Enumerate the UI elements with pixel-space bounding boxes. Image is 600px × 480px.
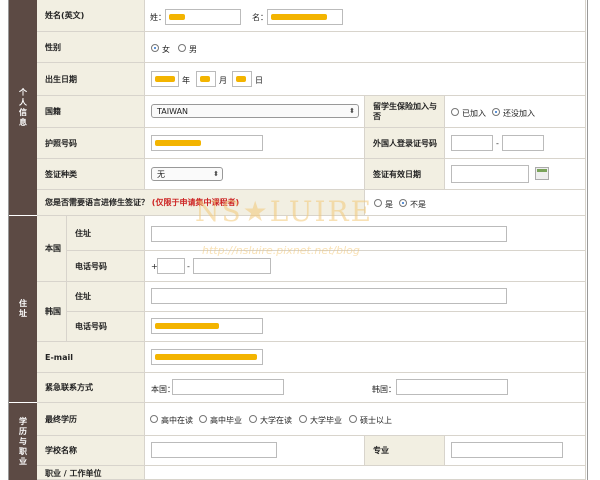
insurance-joined-radio[interactable] bbox=[451, 108, 459, 116]
edu-option-radio-4[interactable] bbox=[349, 415, 357, 423]
birth-day-unit: 日 bbox=[255, 76, 263, 85]
edu-option-label-2: 大学在读 bbox=[260, 416, 292, 425]
edu-option-label-4: 硕士以上 bbox=[360, 416, 392, 425]
insurance-label: 留学生保险加入与否 bbox=[365, 96, 445, 128]
watermark-url: http://nsluire.pixnet.net/blog bbox=[202, 244, 360, 257]
korea-label: 韩国 bbox=[37, 282, 67, 342]
section-education: 学历与职业 bbox=[9, 403, 37, 480]
korea-phone-input[interactable] bbox=[151, 318, 263, 334]
given-name-label: 名： bbox=[252, 13, 268, 22]
name-en-label: 姓名(英文) bbox=[37, 0, 145, 32]
alien-reg-input-1[interactable] bbox=[451, 135, 493, 151]
korea-address-input[interactable] bbox=[151, 288, 507, 304]
visa-change-no-label: 不是 bbox=[410, 200, 426, 209]
school-input[interactable] bbox=[151, 442, 277, 458]
given-name-input[interactable] bbox=[267, 9, 343, 25]
emergency-korea-label: 韩国： bbox=[372, 385, 396, 394]
home-phone-label: 电话号码 bbox=[67, 251, 145, 282]
alien-reg-sep: - bbox=[496, 139, 499, 148]
passport-label: 护照号码 bbox=[37, 128, 145, 159]
edu-option-radio-1[interactable] bbox=[199, 415, 207, 423]
edu-option-label-1: 高中毕业 bbox=[210, 416, 242, 425]
insurance-joined-label: 已加入 bbox=[462, 109, 486, 118]
gender-male-radio[interactable] bbox=[178, 44, 186, 52]
visa-expiry-label: 签证有效日期 bbox=[365, 159, 445, 190]
birth-month-unit: 月 bbox=[219, 76, 227, 85]
visa-change-no-radio[interactable] bbox=[399, 199, 407, 207]
home-phone-dash: - bbox=[187, 262, 190, 271]
surname-label: 姓： bbox=[150, 13, 166, 22]
edu-option-label-3: 大学毕业 bbox=[310, 416, 342, 425]
home-phone-code-input[interactable] bbox=[157, 258, 185, 274]
korea-phone-label: 电话号码 bbox=[67, 312, 145, 342]
job-label: 职业 / 工作单位 bbox=[37, 466, 145, 480]
gender-female-label: 女 bbox=[162, 45, 170, 54]
alien-reg-label: 外国人登录证号码 bbox=[365, 128, 445, 159]
education-label: 最终学历 bbox=[37, 403, 145, 436]
home-phone-input[interactable] bbox=[193, 258, 271, 274]
alien-reg-input-2[interactable] bbox=[502, 135, 544, 151]
section-address: 住址 bbox=[9, 216, 37, 402]
surname-input[interactable] bbox=[165, 9, 241, 25]
watermark-logo: NS★LUIRE bbox=[195, 195, 374, 228]
home-address-input[interactable] bbox=[151, 226, 507, 242]
insurance-not-joined-label: 还没加入 bbox=[503, 109, 535, 118]
birth-month-input[interactable] bbox=[196, 71, 216, 87]
gender-row bbox=[145, 32, 586, 63]
passport-input[interactable] bbox=[151, 135, 263, 151]
major-input[interactable] bbox=[451, 442, 563, 458]
gender-label: 性别 bbox=[37, 32, 145, 63]
home-address-label: 住址 bbox=[67, 216, 145, 251]
section-personal: 个人信息 bbox=[9, 0, 37, 215]
birth-day-input[interactable] bbox=[232, 71, 252, 87]
birth-year-unit: 年 bbox=[182, 76, 190, 85]
gender-female-radio[interactable] bbox=[151, 44, 159, 52]
emergency-label: 紧急联系方式 bbox=[37, 373, 145, 403]
visa-type-label: 签证种类 bbox=[37, 159, 145, 190]
job-cell bbox=[145, 466, 586, 480]
nationality-select[interactable]: TAIWAN ⬍ bbox=[151, 104, 359, 118]
chevron-down-icon: ⬍ bbox=[213, 170, 219, 178]
home-country-label: 本国 bbox=[37, 216, 67, 282]
edu-option-radio-0[interactable] bbox=[150, 415, 158, 423]
visa-type-select[interactable]: 无 ⬍ bbox=[151, 167, 223, 181]
chevron-down-icon: ⬍ bbox=[349, 107, 355, 115]
insurance-not-joined-radio[interactable] bbox=[492, 108, 500, 116]
emergency-home-input[interactable] bbox=[172, 379, 284, 395]
birth-label: 出生日期 bbox=[37, 63, 145, 96]
calendar-icon[interactable] bbox=[535, 167, 549, 180]
school-label: 学校名称 bbox=[37, 436, 145, 466]
birth-year-input[interactable] bbox=[151, 71, 179, 87]
gender-male-label: 男 bbox=[189, 45, 197, 54]
visa-change-yes-label: 是 bbox=[385, 200, 393, 209]
visa-expiry-input[interactable] bbox=[451, 165, 529, 183]
nationality-label: 国籍 bbox=[37, 96, 145, 128]
major-label: 专业 bbox=[365, 436, 445, 466]
edu-option-label-0: 高中在读 bbox=[161, 416, 193, 425]
korea-address-label: 住址 bbox=[67, 282, 145, 312]
email-input[interactable] bbox=[151, 349, 263, 365]
emergency-korea-input[interactable] bbox=[396, 379, 508, 395]
email-label: E-mail bbox=[37, 342, 145, 373]
edu-option-radio-2[interactable] bbox=[249, 415, 257, 423]
visa-change-yes-radio[interactable] bbox=[374, 199, 382, 207]
edu-option-radio-3[interactable] bbox=[299, 415, 307, 423]
